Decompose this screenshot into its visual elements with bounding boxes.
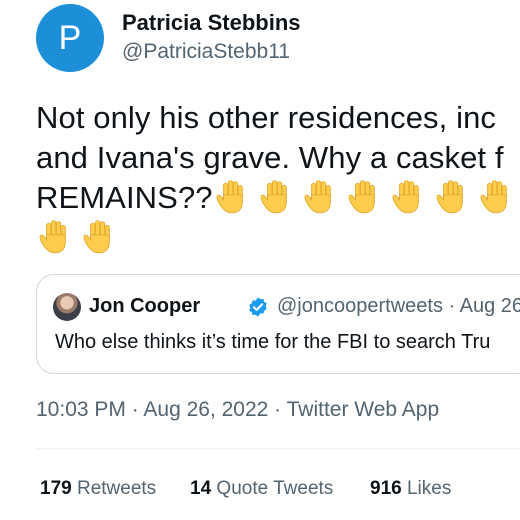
raised-hand-icon bbox=[301, 178, 341, 218]
quoted-author-handle-date[interactable]: @joncoopertweets · Aug 26 bbox=[277, 295, 520, 318]
retweets-count: 179 bbox=[40, 478, 72, 499]
raised-hand-icon bbox=[433, 178, 473, 218]
divider bbox=[36, 448, 520, 449]
verified-badge-icon bbox=[249, 297, 267, 317]
tweet-line-3: REMAINS?? bbox=[36, 178, 520, 218]
author-avatar[interactable]: P bbox=[36, 4, 104, 72]
tweet-timestamp[interactable]: 10:03 PM · Aug 26, 2022 · Twitter Web Ap… bbox=[36, 398, 439, 422]
raised-hand-icon bbox=[257, 178, 297, 218]
author-handle[interactable]: @PatriciaStebb11 bbox=[122, 40, 290, 64]
retweets-label: Retweets bbox=[76, 478, 157, 499]
raised-hand-icon bbox=[80, 218, 120, 258]
tweet-line-3-text: REMAINS?? bbox=[36, 180, 213, 215]
raised-hand-icon bbox=[36, 218, 76, 258]
author-display-name[interactable]: Patricia Stebbins bbox=[122, 10, 301, 36]
quote-tweets-label: Quote Tweets bbox=[216, 478, 334, 499]
likes-stat[interactable]: 916 Likes bbox=[370, 478, 451, 500]
raised-hand-icon bbox=[389, 178, 429, 218]
tweet-line-4 bbox=[36, 218, 520, 258]
tweet-text: Not only his other residences, inc and I… bbox=[36, 98, 520, 258]
quote-tweets-count: 14 bbox=[190, 478, 212, 499]
raised-hand-icon bbox=[477, 178, 517, 218]
quoted-tweet-text: Who else thinks it’s time for the FBI to… bbox=[55, 331, 491, 353]
quote-tweets-stat[interactable]: 14 Quote Tweets bbox=[190, 478, 333, 500]
likes-label: Likes bbox=[406, 478, 452, 499]
likes-count: 916 bbox=[370, 478, 402, 499]
tweet-line-1: Not only his other residences, inc bbox=[36, 100, 497, 135]
retweets-stat[interactable]: 179 Retweets bbox=[40, 478, 156, 500]
quoted-tweet-card[interactable]: Jon Cooper @joncoopertweets · Aug 26 Who… bbox=[36, 274, 520, 374]
raised-hand-icon bbox=[345, 178, 385, 218]
raised-hand-icon bbox=[213, 178, 253, 218]
quoted-author-avatar[interactable] bbox=[53, 293, 81, 321]
quoted-author-name[interactable]: Jon Cooper bbox=[89, 295, 200, 318]
tweet-line-2: and Ivana's grave. Why a casket f bbox=[36, 140, 504, 175]
